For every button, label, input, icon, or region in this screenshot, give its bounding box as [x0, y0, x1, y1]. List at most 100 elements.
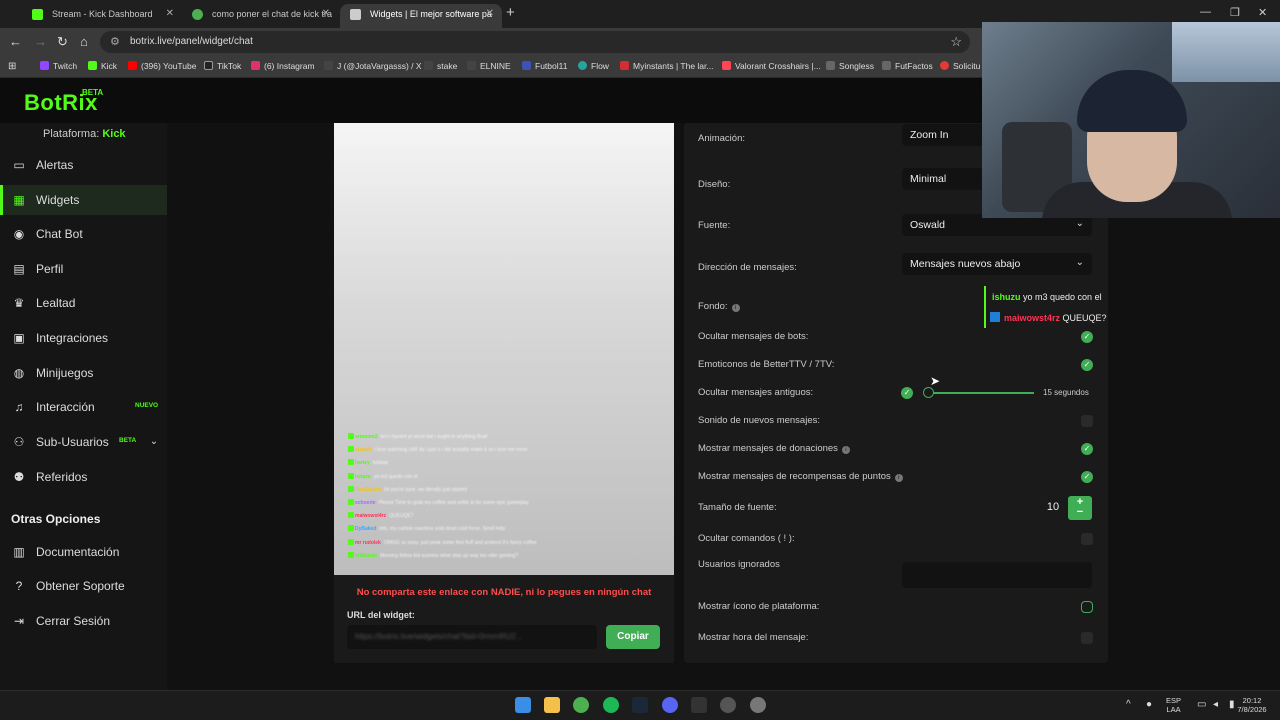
- sidebar-item-chat-bot[interactable]: ◉ Chat Bot: [0, 219, 167, 249]
- bookmark-kick[interactable]: Kick: [88, 61, 117, 71]
- bots-checkbox[interactable]: ✓: [1081, 331, 1093, 343]
- sidebar-item-minijuegos[interactable]: ◍ Minijuegos: [0, 358, 167, 388]
- sidebar-item-alertas[interactable]: ▭ Alertas: [0, 150, 167, 180]
- home-icon[interactable]: ⌂: [80, 34, 88, 49]
- reload-icon[interactable]: ↻: [57, 34, 68, 50]
- chevron-up-icon[interactable]: ^: [1126, 699, 1131, 710]
- sidebar-item-cerrar-sesion[interactable]: ⇥ Cerrar Sesión: [0, 606, 167, 636]
- antiguos-slider-track[interactable]: [928, 392, 1034, 394]
- plataforma-icon-checkbox[interactable]: [1081, 601, 1093, 613]
- bookmark-youtube[interactable]: (396) YouTube: [128, 61, 196, 71]
- url-bar[interactable]: ⚙ botrix.live/panel/widget/chat ☆: [100, 31, 970, 53]
- close-tab-icon[interactable]: ✕: [322, 4, 330, 24]
- bookmark-flow[interactable]: Flow: [578, 61, 609, 71]
- bookmark-instagram[interactable]: (6) Instagram: [251, 61, 315, 71]
- forward-icon[interactable]: →: [34, 34, 47, 49]
- ignorados-label: Usuarios ignorados: [698, 559, 780, 570]
- bookmark-label: FutFactos: [895, 61, 933, 71]
- chat-message: QUEUQE?: [389, 513, 414, 520]
- bookmark-futfactos[interactable]: FutFactos: [882, 61, 933, 71]
- site-info-icon[interactable]: ⚙: [110, 35, 120, 48]
- bookmark-star-icon[interactable]: ☆: [950, 34, 962, 50]
- hora-checkbox[interactable]: [1081, 632, 1093, 644]
- sidebar-item-referidos[interactable]: ⚉ Referidos: [0, 462, 167, 492]
- sidebar-item-perfil[interactable]: ▤ Perfil: [0, 254, 167, 284]
- settings-icon[interactable]: [750, 697, 766, 713]
- url-text: botrix.live/panel/widget/chat: [130, 36, 253, 47]
- donaciones-checkbox[interactable]: ✓: [1081, 443, 1093, 455]
- direccion-select[interactable]: Mensajes nuevos abajo ⌄: [902, 253, 1092, 275]
- tab-search[interactable]: como poner el chat de kick tra ✕: [182, 4, 338, 28]
- chat-message: QUEUQE?: [1062, 313, 1107, 323]
- sidebar-item-integraciones[interactable]: ▣ Integraciones: [0, 323, 167, 353]
- tab-kick-dashboard[interactable]: Stream - Kick Dashboard ✕: [22, 4, 182, 28]
- chrome-icon[interactable]: [573, 697, 589, 713]
- antiguos-slider-handle[interactable]: [923, 387, 934, 398]
- bookmark-stake[interactable]: stake: [424, 61, 457, 71]
- document-icon: ▥: [13, 545, 25, 559]
- clock[interactable]: 20:12 7/8/2026: [1232, 696, 1272, 714]
- steam-icon[interactable]: [632, 697, 648, 713]
- sonido-checkbox[interactable]: [1081, 415, 1093, 427]
- sidebar-item-sub-usuarios[interactable]: ⚇ Sub-Usuarios BETA ⌄: [0, 427, 167, 457]
- sidebar-item-documentacion[interactable]: ▥ Documentación: [0, 537, 167, 567]
- flow-icon: [578, 61, 587, 70]
- sidebar-item-widgets[interactable]: ▦ Widgets: [0, 185, 167, 215]
- copy-button[interactable]: Copiar: [606, 625, 660, 649]
- network-icon[interactable]: ▭: [1197, 699, 1206, 710]
- bookmark-solicitu[interactable]: Solicitu: [940, 61, 980, 71]
- file-explorer-icon[interactable]: [544, 697, 560, 713]
- antiguos-checkbox[interactable]: ✓: [901, 387, 913, 399]
- bookmark-label: Valorant Crosshairs |...: [735, 61, 821, 71]
- windows-start-icon[interactable]: [515, 697, 531, 713]
- bookmark-tiktok[interactable]: TikTok: [204, 61, 241, 71]
- close-tab-icon[interactable]: ✕: [486, 4, 494, 24]
- botrix-favicon-icon: [350, 9, 361, 20]
- recompensas-checkbox[interactable]: ✓: [1081, 471, 1093, 483]
- tiktok-icon: [204, 61, 213, 70]
- sidebar-item-label: Lealtad: [36, 296, 76, 310]
- spotify-icon[interactable]: [603, 697, 619, 713]
- volume-icon[interactable]: ◂: [1213, 699, 1218, 710]
- beta-badge: BETA: [82, 88, 104, 97]
- language-indicator[interactable]: ESP LAA: [1166, 696, 1181, 714]
- discord-icon[interactable]: [662, 697, 678, 713]
- bookmark-valorant[interactable]: Valorant Crosshairs |...: [722, 61, 821, 71]
- back-icon[interactable]: ←: [9, 34, 22, 49]
- bookmark-myinstants[interactable]: Myinstants | The lar...: [620, 61, 713, 71]
- bookmark-elnine[interactable]: ELNINE: [467, 61, 511, 71]
- apps-grid-icon[interactable]: ⊞: [8, 61, 16, 72]
- close-tab-icon[interactable]: ✕: [166, 4, 174, 24]
- info-icon[interactable]: i: [841, 446, 850, 454]
- bookmark-x[interactable]: J (@JotaVargasss) / X: [324, 61, 422, 71]
- chevron-down-icon[interactable]: ⌄: [147, 435, 161, 449]
- bookmark-label: (396) YouTube: [141, 61, 197, 71]
- bookmark-twitch[interactable]: Twitch: [40, 61, 77, 71]
- futbol11-icon: [522, 61, 531, 70]
- bttv-checkbox[interactable]: ✓: [1081, 359, 1093, 371]
- comandos-checkbox[interactable]: [1081, 533, 1093, 545]
- tab-widgets[interactable]: Widgets | El mejor software pa ✕: [340, 4, 502, 28]
- bookmark-songless[interactable]: Songless: [826, 61, 874, 71]
- maximize-icon[interactable]: ❐: [1230, 6, 1240, 19]
- microphone-icon[interactable]: ●: [1146, 699, 1152, 710]
- minimize-icon[interactable]: —: [1200, 6, 1211, 18]
- epic-games-icon[interactable]: [691, 697, 707, 713]
- bookmark-futbol11[interactable]: Futbol11: [522, 61, 567, 71]
- fondo-preview[interactable]: ishuzu yo m3 quedo con el maiwowst4rz QU…: [984, 286, 1108, 330]
- chat-preview-line: maiwowst4rz QUEUQE?: [348, 512, 414, 519]
- ignored-users-input[interactable]: [902, 562, 1092, 588]
- info-icon[interactable]: i: [894, 474, 903, 482]
- info-icon[interactable]: i: [731, 304, 740, 312]
- sidebar-item-interaccion[interactable]: ♫ Interacción NUEVO: [0, 392, 167, 422]
- sidebar-item-lealtad[interactable]: ♛ Lealtad: [0, 288, 167, 318]
- sidebar-item-soporte[interactable]: ? Obtener Soporte: [0, 571, 167, 601]
- widget-url-field[interactable]: https://botrix.live/widgets/chat?bid=0rm…: [347, 625, 597, 649]
- close-window-icon[interactable]: ✕: [1258, 6, 1267, 19]
- obs-icon[interactable]: [720, 697, 736, 713]
- font-size-value[interactable]: 10: [1038, 498, 1068, 516]
- new-tab-button[interactable]: +: [506, 4, 515, 21]
- minus-icon[interactable]: −: [1068, 506, 1092, 518]
- tab-title: como poner el chat de kick tra: [212, 9, 333, 19]
- font-size-stepper[interactable]: + −: [1068, 496, 1092, 520]
